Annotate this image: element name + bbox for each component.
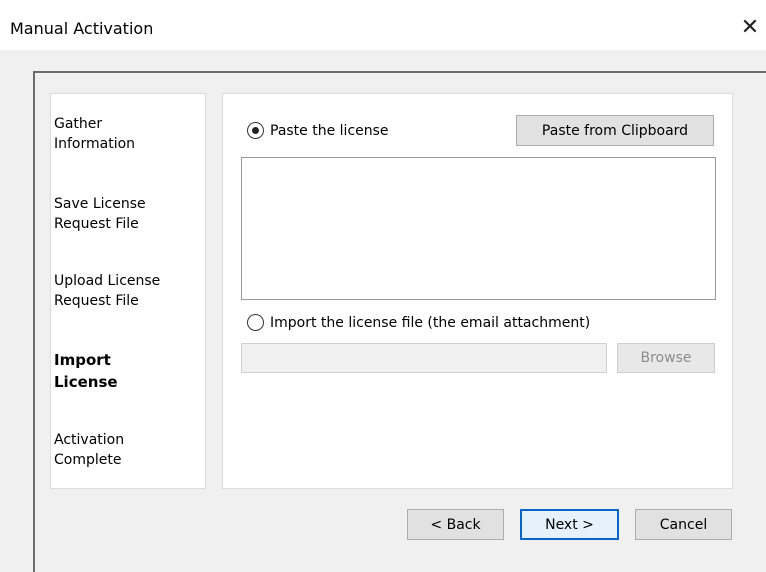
back-button[interactable]: < Back bbox=[407, 509, 504, 540]
paste-license-option[interactable]: Paste the license bbox=[247, 122, 389, 139]
step-import-license: Import License bbox=[54, 351, 118, 391]
cancel-button[interactable]: Cancel bbox=[635, 509, 732, 540]
next-button[interactable]: Next > bbox=[520, 509, 619, 540]
browse-button[interactable]: Browse bbox=[617, 343, 715, 373]
close-icon[interactable]: ✕ bbox=[738, 15, 762, 41]
step-save-license-request-file: Save License Request File bbox=[54, 196, 146, 232]
window-title: Manual Activation bbox=[10, 19, 154, 38]
paste-license-label: Paste the license bbox=[270, 122, 389, 139]
import-license-file-option[interactable]: Import the license file (the email attac… bbox=[247, 314, 590, 331]
paste-license-radio[interactable] bbox=[247, 122, 264, 139]
license-text-area[interactable] bbox=[241, 157, 716, 300]
license-file-path-input[interactable] bbox=[241, 343, 607, 373]
import-license-file-radio[interactable] bbox=[247, 314, 264, 331]
steps-panel: Gather Information Save License Request … bbox=[50, 93, 206, 489]
step-gather-information: Gather Information bbox=[54, 116, 136, 152]
paste-from-clipboard-button[interactable]: Paste from Clipboard bbox=[516, 115, 714, 146]
step-activation-complete: Activation Complete bbox=[54, 432, 125, 468]
content-panel: Paste the license Paste from Clipboard I… bbox=[222, 93, 733, 489]
title-bar: Manual Activation ✕ bbox=[0, 0, 766, 50]
import-license-file-label: Import the license file (the email attac… bbox=[270, 314, 591, 331]
step-upload-license-request-file: Upload License Request File bbox=[54, 273, 161, 309]
